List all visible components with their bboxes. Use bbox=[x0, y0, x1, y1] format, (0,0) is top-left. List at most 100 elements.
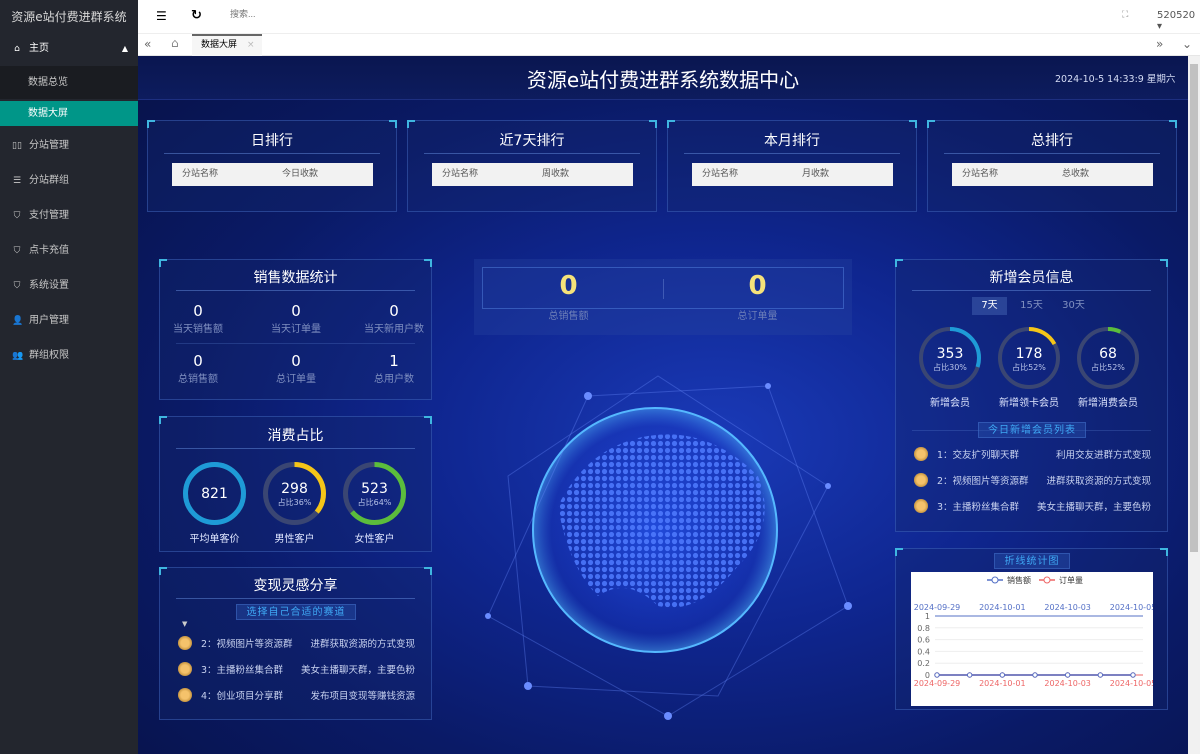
ring-percent: 占比52% bbox=[1091, 363, 1125, 372]
tab-bar: « ⌂ 数据大屏 × » ⌄ bbox=[138, 34, 1200, 56]
sidebar-item-permissions[interactable]: 👥 群组权限 bbox=[0, 341, 138, 371]
sliders-icon: ☰ bbox=[12, 176, 22, 186]
total-label: 总销售额 bbox=[548, 311, 589, 322]
panel-title: 变现灵感分享 bbox=[253, 578, 338, 594]
item-name: 3：主播粉丝集合群 bbox=[937, 502, 1020, 513]
stat-value: 0 bbox=[291, 302, 301, 320]
sidebar-item-payment[interactable]: ⛉ 支付管理 bbox=[0, 201, 138, 231]
ring-stat: 178 占比52% 新增领卡会员 bbox=[998, 327, 1060, 409]
sidebar-item-home[interactable]: ⌂ 主页 ▲ bbox=[0, 34, 138, 64]
new-members-panel: 新增会员信息 7天 15天 30天 353 占比30% 新增会员 178 占比52%… bbox=[895, 259, 1168, 532]
ideas-subtitle: 选择自己合适的赛道 bbox=[236, 604, 356, 620]
member-list-item[interactable]: 3：主播粉丝集合群 美女主播聊天群，主要色粉 bbox=[914, 496, 1151, 516]
total-value: 0 bbox=[748, 271, 767, 301]
tabs-scroll-left-icon[interactable]: « bbox=[144, 37, 151, 51]
data-screen: 资源e站付费进群系统数据中心 2024-10-5 14:33:9 星期六 日排行… bbox=[138, 56, 1188, 754]
member-list-item[interactable]: 1：交友扩列聊天群 利用交友进群方式变现 bbox=[914, 444, 1151, 464]
item-desc: 美女主播聊天群，主要色粉 bbox=[1036, 502, 1151, 513]
stat-label: 总用户数 bbox=[374, 374, 414, 385]
sidebar-item-data-screen[interactable]: 数据大屏 bbox=[0, 101, 138, 126]
shield-check-icon: ⛉ bbox=[13, 281, 21, 291]
y-tick-label: 0.2 bbox=[917, 659, 930, 668]
legend-marker bbox=[1043, 576, 1051, 584]
scrollbar-thumb[interactable] bbox=[1190, 64, 1198, 552]
menu-toggle-icon[interactable]: ☰ bbox=[156, 9, 167, 23]
sidebar-item-label: 主页 bbox=[29, 43, 49, 54]
total-stat: 0 总订单量 bbox=[663, 271, 852, 322]
sidebar-item-label: 系统设置 bbox=[29, 280, 69, 291]
user-menu[interactable]: 520520 ▾ bbox=[1157, 10, 1200, 32]
sales-stat: 0 当天销售额 bbox=[158, 302, 238, 335]
ranking-card: 日排行 分站名称 今日收款 bbox=[147, 120, 397, 212]
ring-label: 新增消费会员 bbox=[1078, 398, 1138, 409]
home-icon: ⌂ bbox=[14, 44, 20, 54]
member-list-title: 今日新增会员列表 bbox=[978, 422, 1086, 438]
data-point bbox=[966, 672, 973, 678]
stat-value: 0 bbox=[389, 302, 399, 320]
member-list-item[interactable]: 2：视频图片等资源群 进群获取资源的方式变现 bbox=[914, 470, 1151, 490]
sidebar-item-users[interactable]: 👤 用户管理 bbox=[0, 306, 138, 336]
ranking-table-header: 分站名称 周收款 bbox=[432, 163, 633, 186]
ring-stat: 68 占比52% 新增消费会员 bbox=[1077, 327, 1139, 409]
tabs-dropdown-icon[interactable]: ⌄ bbox=[1182, 37, 1192, 51]
sidebar-item-label: 数据大屏 bbox=[28, 107, 68, 119]
medal-icon bbox=[914, 473, 928, 487]
idea-item[interactable]: 2：视频图片等资源群 进群获取资源的方式变现 bbox=[178, 633, 415, 653]
sidebar-item-groups[interactable]: ☰ 分站群组 bbox=[0, 166, 138, 196]
datetime: 2024-10-5 14:33:9 星期六 bbox=[1055, 74, 1176, 85]
y-tick-label: 0.6 bbox=[917, 636, 930, 645]
x-tick-label-top: 2024-09-29 bbox=[914, 603, 961, 612]
shield-check-icon: ⛉ bbox=[13, 246, 21, 256]
sidebar-item-data-overview[interactable]: 数据总览 bbox=[0, 66, 138, 99]
panel-title: 新增会员信息 bbox=[989, 270, 1074, 286]
close-icon[interactable]: × bbox=[247, 40, 255, 50]
medal-icon bbox=[178, 688, 192, 702]
item-desc: 美女主播聊天群，主要色粉 bbox=[300, 665, 415, 676]
scrollbar[interactable] bbox=[1188, 56, 1200, 754]
fullscreen-icon[interactable]: ⛶ bbox=[1122, 10, 1128, 20]
legend-marker bbox=[991, 576, 999, 584]
ideas-panel: 变现灵感分享 选择自己合适的赛道 ▼ 2：视频图片等资源群 进群获取资源的方式变现… bbox=[159, 567, 432, 720]
caret-up-icon: ▲ bbox=[121, 44, 128, 53]
data-point bbox=[934, 672, 940, 678]
screen-title: 资源e站付费进群系统数据中心 bbox=[526, 68, 800, 92]
ranking-title: 日排行 bbox=[251, 133, 293, 149]
y-tick-label: 0.4 bbox=[917, 647, 930, 656]
x-tick-label-bottom: 2024-09-29 bbox=[914, 679, 961, 688]
globe-graphic bbox=[485, 375, 852, 720]
y-tick-label: 0.8 bbox=[917, 624, 930, 633]
tab-label: 数据大屏 bbox=[201, 40, 238, 50]
ring-percent: 占比64% bbox=[357, 498, 392, 507]
ring-value: 821 bbox=[201, 486, 228, 502]
sidebar-item-label: 分站群组 bbox=[29, 175, 69, 186]
tab-data-screen[interactable]: 数据大屏 × bbox=[192, 34, 262, 56]
data-point bbox=[999, 672, 1006, 678]
x-tick-label-top: 2024-10-03 bbox=[1044, 603, 1091, 612]
sidebar: 资源e站付费进群系统 ⌂ 主页 ▲ 数据总览 数据大屏 ▯▯ 分站管理 ☰ 分站群组 ⛉… bbox=[0, 0, 138, 754]
column-header: 月收款 bbox=[802, 169, 830, 179]
sidebar-item-settings[interactable]: ⛉ 系统设置 bbox=[0, 271, 138, 301]
item-desc: 发布项目变现等赚钱资源 bbox=[310, 691, 415, 702]
idea-item[interactable]: 3：主播粉丝集合群 美女主播聊天群，主要色粉 bbox=[178, 659, 415, 679]
chart-panel-title: 折线统计图 bbox=[994, 553, 1070, 569]
period-tab[interactable]: 7天 bbox=[972, 297, 1007, 315]
ranking-table-header: 分站名称 今日收款 bbox=[172, 163, 373, 186]
refresh-icon[interactable]: ↻ bbox=[191, 8, 202, 23]
ranking-title: 总排行 bbox=[1031, 133, 1073, 149]
sidebar-item-recharge[interactable]: ⛉ 点卡充值 bbox=[0, 236, 138, 266]
home-tab-icon[interactable]: ⌂ bbox=[171, 36, 179, 50]
tabs-scroll-right-icon[interactable]: » bbox=[1156, 37, 1163, 51]
ring-value: 298 bbox=[281, 481, 308, 497]
idea-item[interactable]: 4：创业项目分享群 发布项目变现等赚钱资源 bbox=[178, 685, 415, 705]
total-stat: 0 总销售额 bbox=[474, 271, 663, 322]
sales-stat: 1 总用户数 bbox=[354, 352, 434, 385]
sidebar-item-label: 数据总览 bbox=[28, 76, 68, 88]
period-tab[interactable]: 30天 bbox=[1056, 297, 1091, 315]
sales-stats-panel: 销售数据统计 0 当天销售额 0 当天订单量 0 当天新用户数 0 总销售额 0 总订单量 1 总用户… bbox=[159, 259, 432, 400]
x-tick-label-top: 2024-10-05 bbox=[1110, 603, 1153, 612]
sidebar-item-substation[interactable]: ▯▯ 分站管理 bbox=[0, 131, 138, 161]
y-tick-label: 1 bbox=[925, 612, 930, 621]
period-tab[interactable]: 15天 bbox=[1014, 297, 1049, 315]
search-input[interactable] bbox=[230, 9, 430, 19]
ring-value: 353 bbox=[936, 346, 964, 362]
